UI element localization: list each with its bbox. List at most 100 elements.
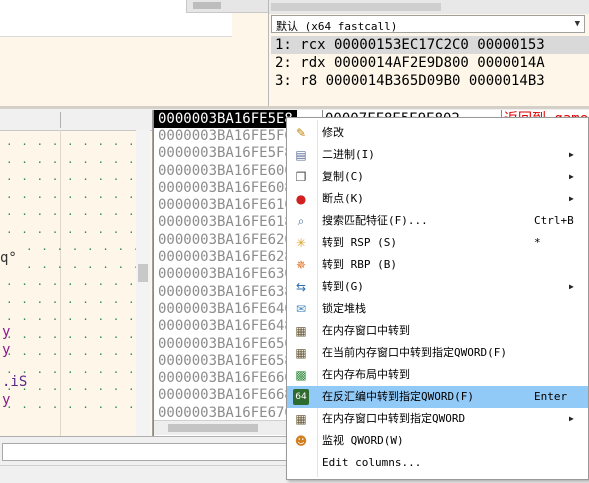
dump-ascii-dots: · · · · · · · · · · [6, 400, 151, 414]
search-icon: ⌕ [297, 214, 305, 228]
argument-register-line[interactable]: 2: rdx 0000014AF2E9D800 0000014A [271, 54, 589, 72]
menu-item-label: 锁定堆栈 [322, 302, 366, 315]
menu-item-goto[interactable]: ⇆ 转到(G) ▶ [287, 276, 588, 298]
menu-item-memory-map[interactable]: ▩ 在内存布局中转到 [287, 364, 588, 386]
top-left-scrollbar[interactable] [186, 0, 269, 13]
context-menu-items: ✎ 修改 ▤ 二进制(I) ▶ ❐ 复制(C) ▶ ● 断点(K) ▶ ⌕ 搜索匹配特征(F)... Ct… [287, 122, 588, 474]
chevron-down-icon: ▼ [574, 19, 580, 29]
dump-column-header[interactable] [0, 110, 152, 131]
dump-fragment: y [2, 392, 11, 408]
stack-address[interactable]: 0000003BA16FE5F0 [158, 128, 288, 145]
menu-item-shortcut: Enter [534, 390, 568, 403]
menu-item-disasm[interactable]: 64 在反汇编中转到指定QWORD(F) Enter [287, 386, 588, 408]
binary-icon: ▤ [295, 148, 307, 162]
stack-rows: 0000003BA16FE5F0 0000003BA16FE5F8 0000003B… [158, 128, 288, 422]
stack-address[interactable]: 0000003BA16FE630 [158, 266, 288, 283]
menu-item-label: 转到 RBP (B) [322, 258, 397, 271]
menu-item-breakpoint[interactable]: ● 断点(K) ▶ [287, 188, 588, 210]
menu-item-label: 二进制(I) [322, 148, 375, 161]
scroll-thumb[interactable] [193, 2, 221, 9]
argument-register-line[interactable]: 3: r8 0000014B365D09B0 0000014B3 [271, 72, 589, 90]
submenu-arrow-icon: ▶ [569, 282, 574, 291]
dump-fragment: y [2, 342, 11, 358]
menu-item-label: 复制(C) [322, 170, 364, 183]
command-input[interactable] [2, 443, 288, 461]
stack-address[interactable]: 0000003BA16FE668 [158, 387, 288, 404]
stack-address[interactable]: 0000003BA16FE600 [158, 163, 288, 180]
dump-ascii-dots: · · · · · · · · · · [6, 295, 151, 309]
top-left-pane [0, 0, 269, 106]
horizontal-splitter[interactable] [0, 106, 589, 109]
menu-item-lock-stack[interactable]: ✉ 锁定堆栈 [287, 298, 588, 320]
menu-item-rsp[interactable]: ✳ 转到 RSP (S) * [287, 232, 588, 254]
dump-fragment: y [2, 324, 11, 340]
stack-address[interactable]: 0000003BA16FE5F8 [158, 145, 288, 162]
stack-address[interactable]: 0000003BA16FE620 [158, 232, 288, 249]
menu-item-shortcut: * [534, 236, 541, 249]
stack-address[interactable]: 0000003BA16FE660 [158, 370, 288, 387]
stack-address[interactable]: 0000003BA16FE618 [158, 214, 288, 231]
menu-item-label: 在内存布局中转到 [322, 368, 410, 381]
goto-icon: ⇆ [295, 280, 307, 294]
dump-ascii-dots: · · · · · · · · · · [6, 155, 151, 169]
column-divider[interactable] [60, 112, 61, 128]
dump-ascii-dots: · · · · · · · · · · [6, 313, 151, 326]
calling-convention-dropdown[interactable]: 默认 (x64 fastcall) ▼ [271, 15, 585, 33]
stack-address[interactable]: 0000003BA16FE610 [158, 197, 288, 214]
stack-address[interactable]: 0000003BA16FE640 [158, 301, 288, 318]
copy-icon: ❐ [295, 170, 307, 184]
stack-address-selected[interactable]: 0000003BA16FE5E8 [154, 110, 297, 128]
scroll-thumb[interactable] [168, 424, 258, 432]
memory-map-icon: ▩ [295, 368, 307, 382]
register-pane: 默认 (x64 fastcall) ▼ 1: rcx 00000153EC17C… [268, 0, 589, 106]
stack-address[interactable]: 0000003BA16FE650 [158, 336, 288, 353]
menu-item-label: 监视 QWORD(W) [322, 434, 404, 447]
memory-window-icon: ▦ [295, 324, 307, 338]
dump-ascii-dots: · · · · · · · · · · [6, 225, 151, 239]
menu-item-memory-window[interactable]: ▦ 在内存窗口中转到 [287, 320, 588, 342]
menu-item-copy[interactable]: ❐ 复制(C) ▶ [287, 166, 588, 188]
register-scrollbar[interactable] [269, 0, 589, 14]
dump-ascii-dots: · · · · · · · · · · [6, 208, 151, 221]
argument-register-list: 1: rcx 00000153EC17C2C0 00000153 2: rdx … [271, 36, 589, 90]
stack-address[interactable]: 0000003BA16FE628 [158, 249, 288, 266]
stack-horizontal-scrollbar[interactable] [154, 420, 290, 435]
dump-ascii-dots: · · · · · · · · · · [6, 138, 151, 151]
memory-window-qword-icon: ▦ [295, 412, 307, 426]
stack-address[interactable]: 0000003BA16FE638 [158, 284, 288, 301]
menu-item-watch[interactable]: ☻ 监视 QWORD(W) [287, 430, 588, 452]
submenu-arrow-icon: ▶ [569, 150, 574, 159]
dump-ascii-dots: · · · · · · · · · · [6, 365, 151, 379]
dump-fragment: q° [0, 250, 17, 266]
menu-item-rbp[interactable]: ✵ 转到 RBP (B) [287, 254, 588, 276]
dump-ascii-dots: · · · · · · · · [26, 260, 141, 274]
menu-item-label: 断点(K) [322, 192, 364, 205]
dump-fragment: .iS [2, 374, 28, 390]
menu-item-pencil[interactable]: ✎ 修改 [287, 122, 588, 144]
menu-item-search[interactable]: ⌕ 搜索匹配特征(F)... Ctrl+B [287, 210, 588, 232]
menu-item-label: 在当前内存窗口中转到指定QWORD(F) [322, 346, 507, 359]
stack-address[interactable]: 0000003BA16FE658 [158, 353, 288, 370]
menu-item-label: 搜索匹配特征(F)... [322, 214, 428, 227]
menu-item-memory-window-qword[interactable]: ▦ 在内存窗口中转到指定QWORD ▶ [287, 408, 588, 430]
dump-ascii-dots: · · · · · · · · · · [6, 383, 151, 396]
menu-item-edit-columns[interactable]: Edit columns... [287, 452, 588, 474]
scroll-thumb[interactable] [271, 3, 441, 11]
menu-item-label: 在反汇编中转到指定QWORD(F) [322, 390, 474, 403]
stack-address[interactable]: 0000003BA16FE608 [158, 180, 288, 197]
menu-item-binary[interactable]: ▤ 二进制(I) ▶ [287, 144, 588, 166]
argument-register-line[interactable]: 1: rcx 00000153EC17C2C0 00000153 [271, 36, 589, 54]
dump-vertical-scrollbar[interactable] [136, 130, 150, 436]
calling-convention-value: 默认 (x64 fastcall) [276, 20, 398, 33]
menu-item-label: 转到(G) [322, 280, 364, 293]
memory-qword-icon: ▦ [295, 346, 307, 360]
dump-ascii-dots: · · · · · · · · [26, 243, 141, 256]
rbp-icon: ✵ [295, 258, 307, 272]
menu-item-memory-qword[interactable]: ▦ 在当前内存窗口中转到指定QWORD(F) [287, 342, 588, 364]
dump-ascii-dots: · · · · · · · · · · [6, 173, 151, 186]
submenu-arrow-icon: ▶ [569, 172, 574, 181]
rsp-icon: ✳ [295, 236, 307, 250]
dump-ascii-dots: · · · · · · · · · · [6, 278, 151, 291]
stack-address[interactable]: 0000003BA16FE648 [158, 318, 288, 335]
scroll-thumb[interactable] [138, 264, 148, 282]
